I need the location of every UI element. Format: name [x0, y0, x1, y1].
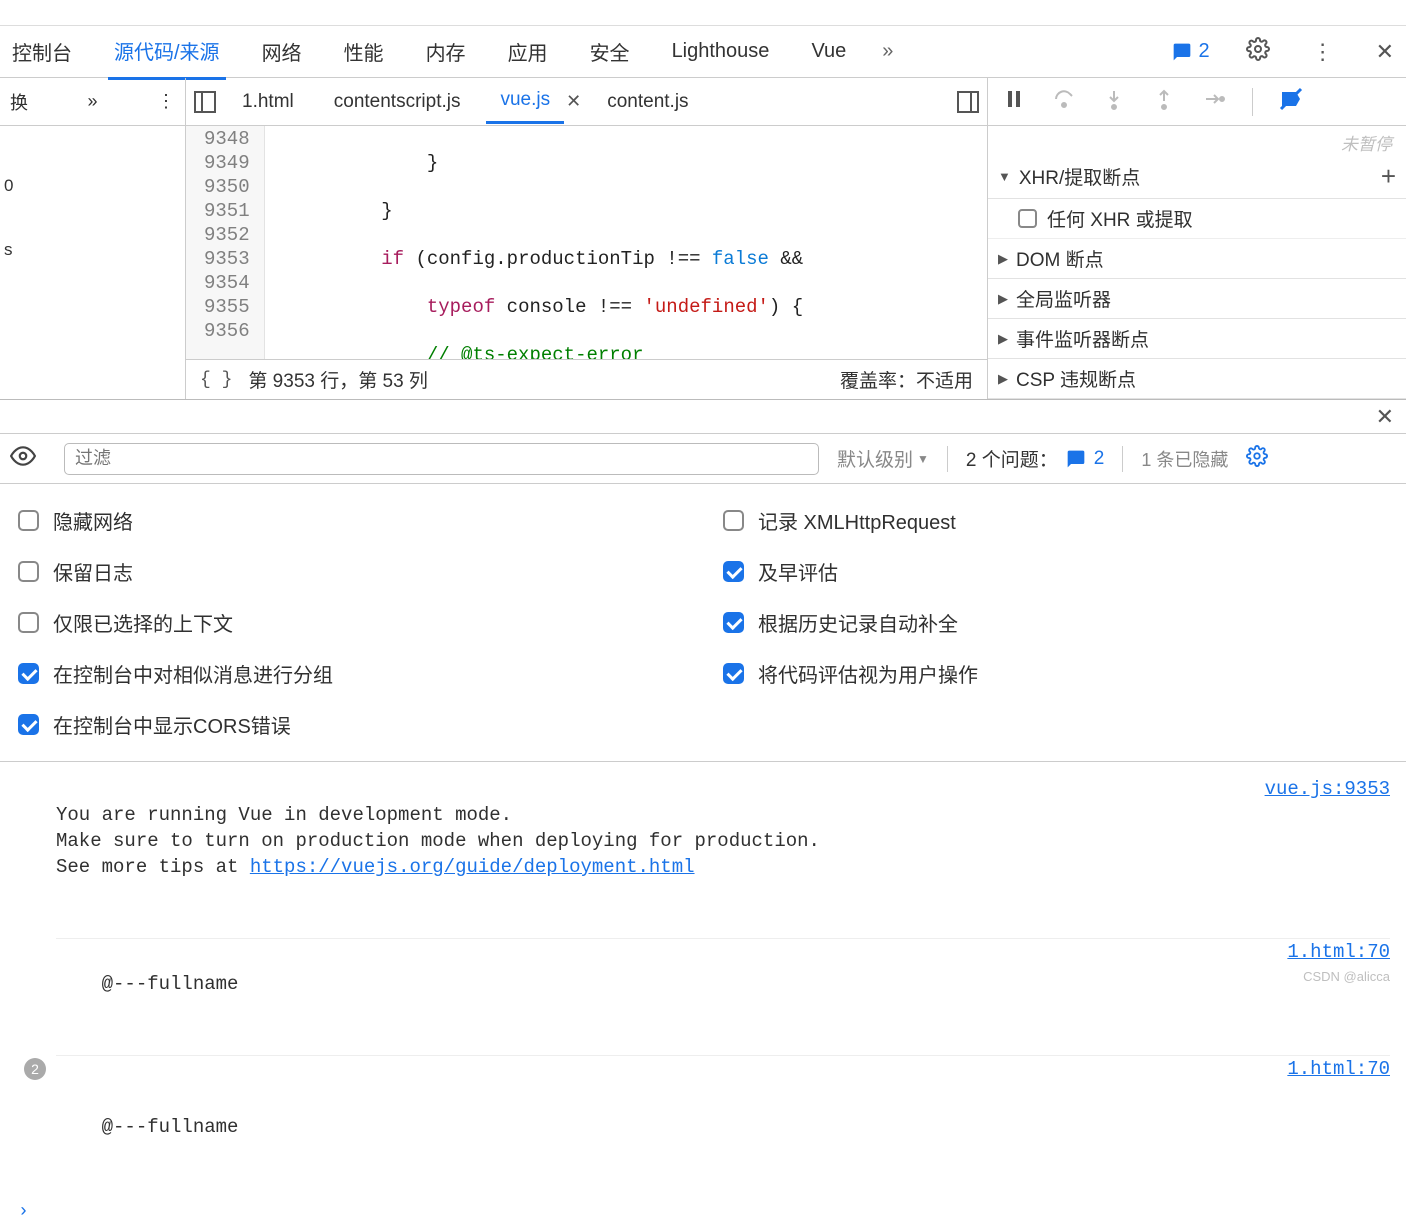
any-xhr-checkbox[interactable]: 任何 XHR 或提取 — [988, 199, 1406, 239]
tab-console[interactable]: 控制台 — [6, 25, 78, 78]
console-settings: 隐藏网络 记录 XMLHttpRequest 保留日志 及早评估 仅限已选择的上… — [0, 484, 1406, 762]
file-tabs: 1.html contentscript.js vue.js ✕ content… — [186, 78, 987, 126]
filter-input[interactable] — [64, 443, 819, 475]
console-toolbar: 默认级别 ▼ 2 个问题： 2 1 条已隐藏 — [0, 434, 1406, 484]
paused-hint: 未暂停 — [988, 126, 1406, 155]
file-tab[interactable]: contentscript.js — [320, 81, 475, 123]
source-link[interactable]: 1.html:70 — [1287, 1056, 1390, 1082]
xhr-breakpoints-header[interactable]: ▼ XHR/提取断点 + — [988, 155, 1406, 199]
console-message: @---fullname 1.html:70 — [56, 938, 1390, 1049]
setting-group-similar[interactable]: 在控制台中对相似消息进行分组 — [18, 659, 683, 688]
coverage-status: 覆盖率：不适用 — [840, 366, 973, 393]
tab-sources[interactable]: 源代码/来源 — [108, 24, 226, 80]
console-message: 2 @---fullname 1.html:70 — [56, 1055, 1390, 1192]
checkbox-icon — [1018, 209, 1037, 228]
code-editor[interactable]: 934893499350935193529353935493559356 } }… — [186, 126, 987, 359]
setting-autocomplete-history[interactable]: 根据历史记录自动补全 — [723, 608, 1388, 637]
message-icon — [1066, 449, 1086, 469]
toggle-debugger-icon[interactable] — [957, 91, 979, 113]
log-level-select[interactable]: 默认级别 ▼ — [837, 445, 929, 472]
devtools-tabs: 控制台 源代码/来源 网络 性能 内存 应用 安全 Lighthouse Vue… — [0, 26, 1406, 78]
file-tab[interactable]: content.js — [593, 81, 702, 123]
event-breakpoints-header[interactable]: ▶事件监听器断点 — [988, 319, 1406, 359]
close-tab-icon[interactable]: ✕ — [566, 91, 581, 112]
more-icon[interactable]: » — [87, 91, 97, 112]
tab-vue[interactable]: Vue — [805, 28, 852, 75]
deactivate-breakpoints-icon[interactable] — [1279, 87, 1303, 116]
issues-indicator[interactable]: 2 个问题： 2 — [966, 445, 1104, 472]
setting-log-xhr[interactable]: 记录 XMLHttpRequest — [723, 506, 1388, 535]
navigator-stub-line: 0 — [4, 176, 181, 196]
drawer-header: ✕ — [0, 400, 1406, 434]
close-devtools-icon[interactable]: ✕ — [1370, 39, 1400, 65]
setting-user-activation[interactable]: 将代码评估视为用户操作 — [723, 659, 1388, 688]
cursor-position: 第 9353 行，第 53 列 — [248, 366, 428, 393]
issues-badge[interactable]: 2 — [1172, 40, 1209, 63]
tab-lighthouse[interactable]: Lighthouse — [666, 28, 776, 75]
console-output: You are running Vue in development mode.… — [0, 762, 1406, 1202]
setting-preserve-log[interactable]: 保留日志 — [18, 557, 683, 586]
live-expression-icon[interactable] — [10, 443, 36, 474]
format-icon[interactable]: { } — [200, 370, 232, 390]
source-link[interactable]: vue.js:9353 — [1265, 776, 1390, 802]
tab-security[interactable]: 安全 — [584, 25, 636, 78]
chevron-right-icon: ▶ — [998, 251, 1008, 267]
navigator-pane: 换 » ⋮ 0 s — [0, 78, 186, 399]
navigator-stub: 换 — [10, 89, 28, 115]
dom-breakpoints-header[interactable]: ▶DOM 断点 — [988, 239, 1406, 279]
line-gutter: 934893499350935193529353935493559356 — [186, 126, 265, 359]
global-listeners-header[interactable]: ▶全局监听器 — [988, 279, 1406, 319]
navigator-stub-line: s — [4, 240, 181, 260]
console-link[interactable]: https://vuejs.org/guide/deployment.html — [250, 856, 695, 878]
setting-eager-eval[interactable]: 及早评估 — [723, 557, 1388, 586]
setting-hide-network[interactable]: 隐藏网络 — [18, 506, 683, 535]
repeat-count-badge: 2 — [24, 1058, 46, 1080]
setting-cors-errors[interactable]: 在控制台中显示CORS错误 — [18, 710, 683, 739]
hidden-messages[interactable]: 1 条已隐藏 — [1141, 446, 1228, 472]
csp-breakpoints-header[interactable]: ▶CSP 违规断点 — [988, 359, 1406, 399]
editor-status-bar: { } 第 9353 行，第 53 列 覆盖率：不适用 — [186, 359, 987, 399]
tab-performance[interactable]: 性能 — [338, 25, 390, 78]
step-out-icon[interactable] — [1152, 87, 1176, 116]
close-drawer-icon[interactable]: ✕ — [1376, 404, 1394, 430]
step-over-icon[interactable] — [1052, 87, 1076, 116]
pause-icon[interactable] — [1002, 87, 1026, 116]
chevron-down-icon: ▼ — [917, 452, 929, 466]
chevron-right-icon: ▶ — [998, 331, 1008, 347]
step-icon[interactable] — [1202, 87, 1226, 116]
source-link[interactable]: 1.html:70 — [1287, 939, 1390, 965]
kebab-icon[interactable]: ⋮ — [157, 91, 175, 112]
console-settings-icon[interactable] — [1246, 445, 1268, 473]
setting-selected-context[interactable]: 仅限已选择的上下文 — [18, 608, 683, 637]
tab-network[interactable]: 网络 — [256, 25, 308, 78]
file-tab[interactable]: 1.html — [228, 81, 308, 123]
tab-application[interactable]: 应用 — [502, 25, 554, 78]
chevron-down-icon: ▼ — [998, 169, 1011, 184]
console-prompt[interactable]: › — [0, 1202, 1406, 1222]
debugger-pane: 未暂停 ▼ XHR/提取断点 + 任何 XHR 或提取 ▶DOM 断点 ▶全局监… — [988, 78, 1406, 399]
step-into-icon[interactable] — [1102, 87, 1126, 116]
file-tab-active[interactable]: vue.js — [486, 79, 564, 124]
add-breakpoint-icon[interactable]: + — [1381, 161, 1396, 192]
chevron-right-icon: ▶ — [998, 291, 1008, 307]
more-tabs-icon[interactable]: » — [882, 40, 893, 63]
watermark: CSDN @alicca — [1303, 969, 1390, 984]
tab-memory[interactable]: 内存 — [420, 25, 472, 78]
message-icon — [1172, 42, 1192, 62]
chevron-right-icon: ▶ — [998, 371, 1008, 387]
code-content: } } if (config.productionTip !== false &… — [265, 126, 826, 359]
settings-icon[interactable] — [1240, 37, 1276, 67]
toggle-navigator-icon[interactable] — [194, 91, 216, 113]
console-message: You are running Vue in development mode.… — [56, 776, 1390, 932]
kebab-icon[interactable]: ⋮ — [1306, 39, 1340, 65]
